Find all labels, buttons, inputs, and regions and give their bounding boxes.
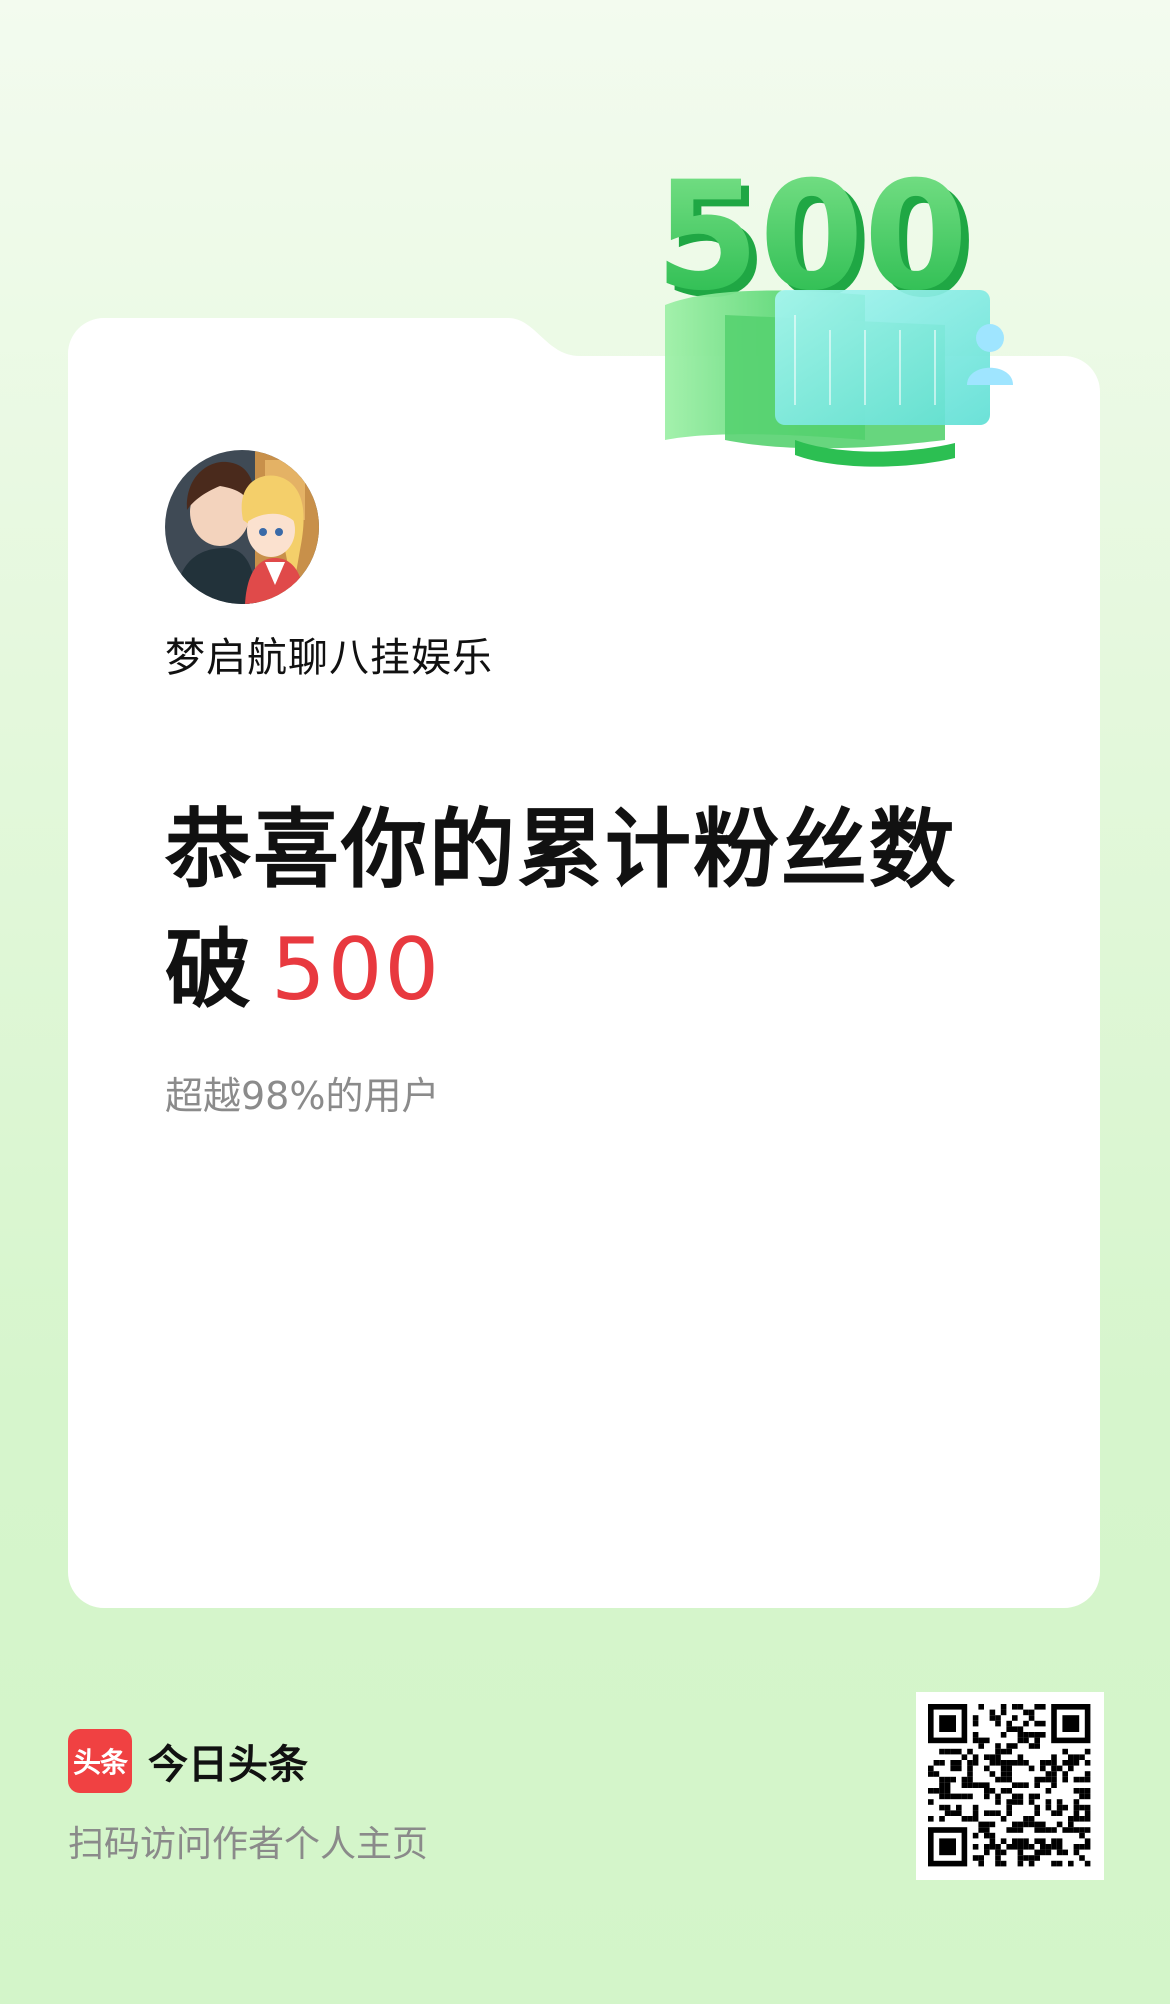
anime-couple-avatar-icon bbox=[165, 450, 319, 604]
milestone-headline: 恭喜你的累计粉丝数 破 500 bbox=[165, 790, 1025, 1030]
headline-prefix: 破 bbox=[165, 920, 253, 1020]
brand-row: 头条 今日头条 bbox=[68, 1728, 308, 1794]
qr-code-icon bbox=[928, 1704, 1091, 1867]
qr-code[interactable] bbox=[916, 1692, 1104, 1880]
headline-line1: 恭喜你的累计粉丝数 bbox=[165, 800, 957, 900]
milestone-500-badge: 500 500 bbox=[655, 140, 1025, 470]
toutiao-logo-icon: 头条 bbox=[68, 1729, 132, 1793]
author-name[interactable]: 梦启航聊八挂娱乐 bbox=[165, 625, 493, 683]
percentile-subtext: 超越98%的用户 bbox=[165, 1074, 440, 1118]
headline-line2: 破 500 bbox=[165, 910, 1025, 1030]
author-avatar[interactable] bbox=[165, 450, 319, 604]
headline-number: 500 bbox=[271, 920, 442, 1020]
scan-caption: 扫码访问作者个人主页 bbox=[68, 1824, 429, 1865]
brand-name: 今日头条 bbox=[148, 1742, 308, 1788]
